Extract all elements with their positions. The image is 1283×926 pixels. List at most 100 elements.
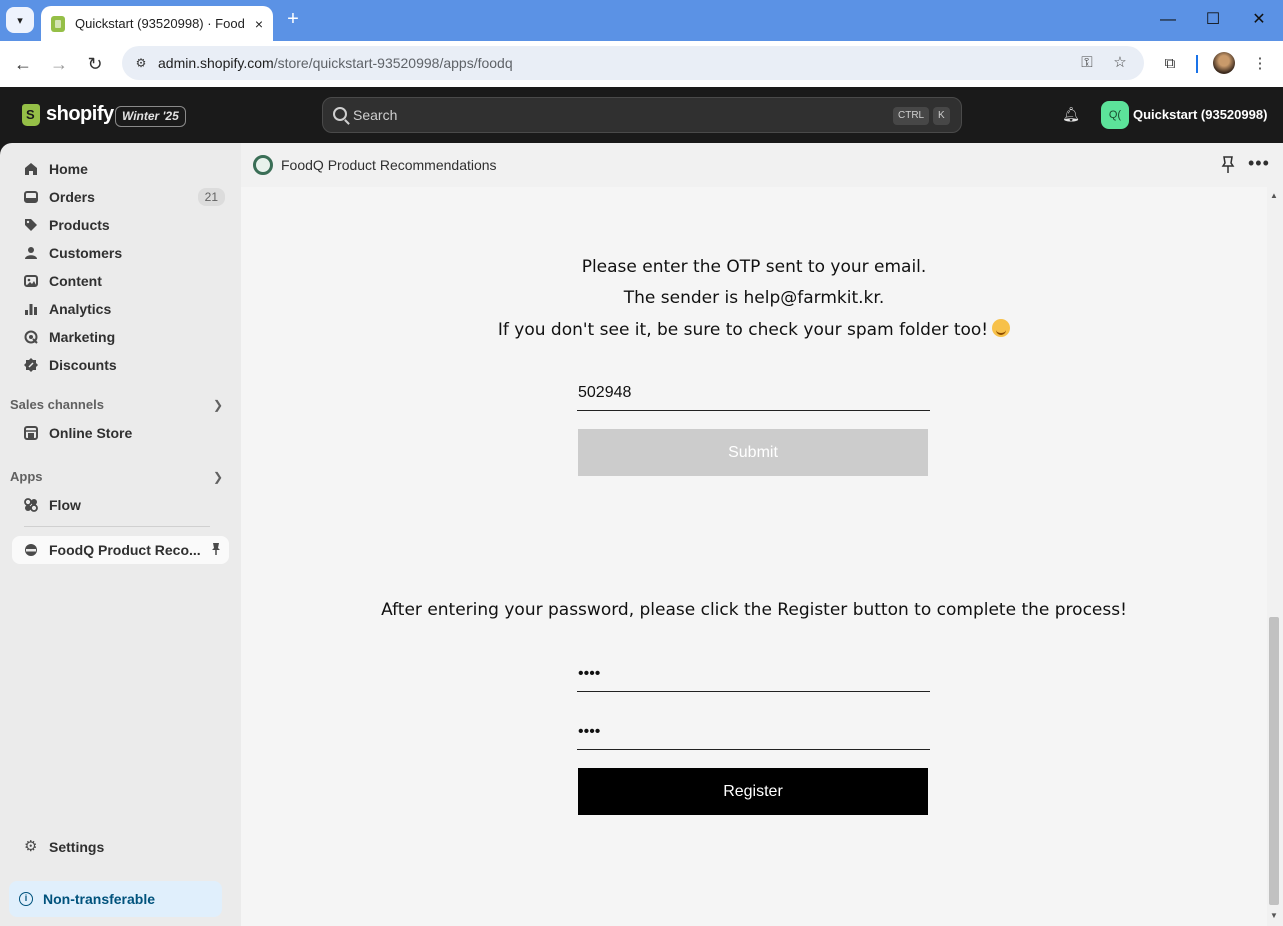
- store-avatar[interactable]: Q(: [1101, 101, 1129, 129]
- notifications-bell-icon[interactable]: 🔔︎: [1062, 106, 1080, 124]
- toolbar-divider: [1196, 55, 1198, 73]
- chevron-right-icon[interactable]: ❯: [213, 398, 223, 412]
- url-host: admin.shopify.com: [158, 55, 274, 71]
- sidebar-item-foodq[interactable]: FoodQ Product Reco...: [12, 536, 229, 564]
- admin-search-bar[interactable]: Search CTRL K: [322, 97, 962, 133]
- scroll-down-icon[interactable]: ▼: [1270, 911, 1278, 920]
- register-instruction: After entering your password, please cli…: [381, 600, 1127, 620]
- foodq-logo-icon: [253, 155, 273, 175]
- sidebar-item-label: Analytics: [49, 301, 112, 317]
- otp-instruction-line-3-wrap: If you don't see it, be sure to check yo…: [241, 319, 1267, 340]
- sidebar-item-label: Content: [49, 273, 102, 289]
- store-icon: [24, 426, 38, 440]
- shopify-topbar: shopify Winter '25 Search CTRL K 🔔︎ Q( Q…: [0, 87, 1283, 143]
- smiley-emoji-icon: [992, 319, 1011, 337]
- sidebar-item-customers[interactable]: Customers: [12, 239, 229, 267]
- sidebar-item-analytics[interactable]: Analytics: [12, 295, 229, 323]
- sidebar-item-orders[interactable]: Orders 21: [12, 183, 229, 211]
- profile-avatar[interactable]: [1213, 52, 1235, 74]
- edition-badge: Winter '25: [115, 106, 186, 127]
- browser-menu-icon[interactable]: ⋮: [1249, 53, 1271, 75]
- non-transferable-banner[interactable]: i Non-transferable: [9, 881, 222, 917]
- home-icon: [25, 163, 37, 175]
- shortcut-k: K: [933, 107, 950, 125]
- address-bar[interactable]: ⚙ admin.shopify.com/store/quickstart-935…: [122, 46, 1144, 80]
- scrollbar-thumb[interactable]: [1269, 617, 1279, 905]
- sidebar-item-settings[interactable]: ⚙ Settings: [12, 833, 229, 861]
- chevron-right-icon[interactable]: ❯: [213, 470, 223, 484]
- tab-title: Quickstart (93520998) · FoodQ: [75, 16, 245, 31]
- flow-icon: [24, 498, 38, 512]
- shortcut-ctrl: CTRL: [893, 107, 930, 125]
- extensions-icon[interactable]: ⧉: [1159, 53, 1181, 75]
- sidebar-item-label: Marketing: [49, 329, 116, 345]
- sidebar-item-content[interactable]: Content: [12, 267, 229, 295]
- foodq-app-icon: [25, 544, 37, 556]
- submit-button[interactable]: Submit: [578, 429, 928, 476]
- sales-channels-heading[interactable]: Sales channels: [10, 397, 104, 412]
- url-path: /store/quickstart-93520998/apps/foodq: [273, 55, 513, 71]
- app-title: FoodQ Product Recommendations: [281, 157, 497, 173]
- shopify-favicon-icon: [51, 15, 65, 32]
- sidebar-item-label: Orders: [49, 189, 95, 205]
- more-actions-icon[interactable]: •••: [1248, 153, 1270, 174]
- sidebar-item-discounts[interactable]: Discounts: [12, 351, 229, 379]
- shopify-logo[interactable]: shopify: [22, 103, 114, 126]
- forward-icon[interactable]: →: [46, 51, 72, 77]
- sidebar-item-label: Products: [49, 217, 110, 233]
- app-content: Please enter the OTP sent to your email.…: [241, 187, 1267, 926]
- sidebar-item-label: Online Store: [49, 425, 133, 441]
- back-icon[interactable]: ←: [10, 51, 36, 77]
- browser-tab[interactable]: Quickstart (93520998) · FoodQ ×: [41, 6, 273, 41]
- bookmark-star-icon[interactable]: ☆: [1110, 53, 1130, 73]
- window-close-icon[interactable]: ✕: [1247, 8, 1271, 32]
- sidebar-item-label: FoodQ Product Reco...: [49, 542, 201, 558]
- sidebar-item-marketing[interactable]: Marketing: [12, 323, 229, 351]
- sidebar-item-online-store[interactable]: Online Store: [12, 419, 229, 447]
- scroll-up-icon[interactable]: ▲: [1270, 191, 1278, 200]
- tab-close-icon[interactable]: ×: [255, 16, 263, 32]
- password-key-icon[interactable]: ⚿: [1077, 53, 1097, 73]
- orders-count-badge: 21: [197, 188, 225, 206]
- browser-toolbar: ← → ↻ ⚙ admin.shopify.com/store/quicksta…: [0, 41, 1283, 87]
- sidebar-item-label: Home: [49, 161, 88, 177]
- sidebar-item-home[interactable]: Home: [12, 155, 229, 183]
- analytics-icon: [25, 304, 37, 315]
- sidebar-item-flow[interactable]: Flow: [12, 491, 229, 519]
- reload-icon[interactable]: ↻: [82, 51, 108, 77]
- browser-tab-bar: ▾ Quickstart (93520998) · FoodQ × + — ☐ …: [0, 0, 1283, 41]
- otp-instruction-line-3: If you don't see it, be sure to check yo…: [497, 320, 989, 340]
- discount-icon: [24, 358, 38, 372]
- sidebar-item-label: Flow: [49, 497, 81, 513]
- otp-instruction-line-2: The sender is help@farmkit.kr.: [623, 288, 885, 308]
- admin-sidebar: Home Orders 21 Products Customers Conten…: [0, 143, 241, 926]
- person-icon: [25, 247, 37, 259]
- sidebar-item-label: Discounts: [49, 357, 117, 373]
- new-tab-button[interactable]: +: [282, 8, 304, 30]
- search-icon: [333, 107, 347, 121]
- pin-icon[interactable]: [1221, 156, 1235, 174]
- site-info-icon[interactable]: ⚙: [132, 54, 150, 72]
- tag-icon: [25, 219, 37, 231]
- pin-icon[interactable]: [211, 542, 221, 556]
- otp-instruction-line-1: Please enter the OTP sent to your email.: [581, 257, 927, 277]
- sidebar-item-products[interactable]: Products: [12, 211, 229, 239]
- info-icon: i: [19, 892, 33, 906]
- content-icon: [24, 275, 38, 287]
- marketing-icon: [24, 330, 38, 344]
- apps-heading[interactable]: Apps: [10, 469, 43, 484]
- orders-icon: [24, 191, 38, 203]
- otp-input[interactable]: 502948: [577, 375, 930, 411]
- register-button[interactable]: Register: [578, 768, 928, 815]
- shopify-bag-icon: [22, 103, 40, 126]
- sidebar-divider: [24, 526, 210, 527]
- store-name[interactable]: Quickstart (93520998): [1133, 107, 1267, 122]
- confirm-password-input[interactable]: ••••: [577, 714, 930, 750]
- minimize-icon[interactable]: —: [1156, 8, 1180, 32]
- password-input[interactable]: ••••: [577, 656, 930, 692]
- maximize-icon[interactable]: ☐: [1201, 8, 1225, 32]
- search-placeholder: Search: [353, 107, 398, 123]
- shopify-wordmark: shopify: [46, 103, 114, 125]
- tab-search-button[interactable]: ▾: [6, 7, 34, 33]
- sidebar-item-label: Customers: [49, 245, 123, 261]
